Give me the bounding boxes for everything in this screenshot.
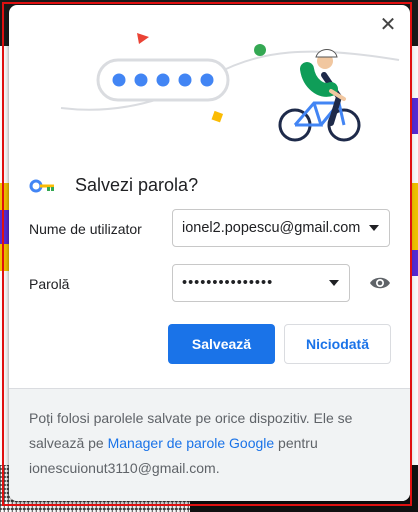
key-icon [29, 179, 54, 192]
username-value: ionel2.popescu@gmail.com [182, 220, 361, 236]
never-button[interactable]: Niciodată [284, 324, 391, 364]
password-value: ••••••••••••••• [182, 275, 274, 291]
username-label: Nume de utilizator [29, 221, 142, 237]
title-row: Salvezi parola? [29, 175, 198, 196]
password-select[interactable]: ••••••••••••••• [172, 264, 350, 302]
bubble-illustration [60, 33, 400, 142]
close-icon: ✕ [379, 14, 397, 36]
bubble-footer: Poți folosi parolele salvate pe orice di… [9, 388, 410, 501]
save-button[interactable]: Salvează [168, 324, 275, 364]
chevron-down-icon [369, 225, 379, 231]
eye-icon[interactable] [369, 275, 391, 291]
username-select[interactable]: ionel2.popescu@gmail.com [172, 209, 390, 247]
save-password-bubble: ✕ Salvezi parola? Nume de utilizator ion… [9, 5, 410, 501]
dialog-title: Salvezi parola? [75, 175, 199, 195]
password-manager-link[interactable]: Manager de parole Google [108, 435, 275, 451]
close-button[interactable]: ✕ [378, 15, 398, 35]
chevron-down-icon [329, 280, 339, 286]
password-label: Parolă [29, 276, 70, 292]
